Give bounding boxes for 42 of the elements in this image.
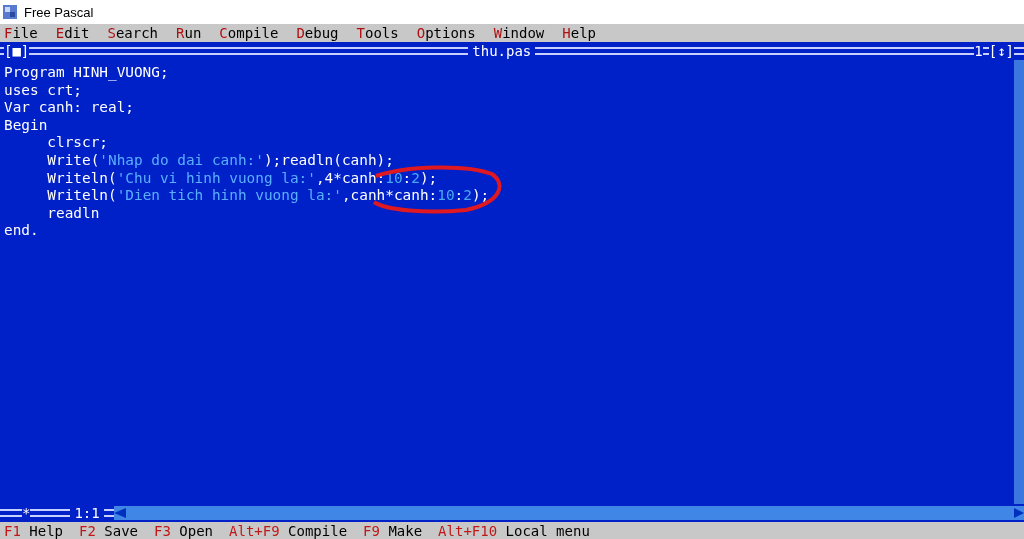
shortcut-hint[interactable]: F1 Help [4, 522, 63, 539]
shortcut-hint[interactable]: Alt+F10 Local menu [438, 522, 590, 539]
menu-item[interactable]: Window [493, 25, 545, 41]
menu-item[interactable]: Run [176, 25, 202, 41]
menu-item[interactable]: Search [107, 25, 159, 41]
menu-item[interactable]: Debug [296, 25, 339, 41]
close-box[interactable]: [■] [4, 43, 30, 59]
menu-item[interactable]: File [4, 25, 38, 41]
menu-item[interactable]: Edit [55, 25, 90, 41]
code-line: end. [4, 222, 40, 240]
horizontal-scrollbar[interactable] [113, 506, 1024, 520]
code-line: readln [46, 204, 101, 223]
code-line: Program HINH_VUONG; [4, 64, 170, 82]
shortcut-hint[interactable]: F3 Open [154, 522, 214, 539]
shortcut-hint[interactable]: F2 Save [79, 522, 139, 539]
shortcut-hint[interactable]: Alt+F9 Compile [229, 522, 348, 539]
frame-border [982, 47, 989, 55]
window-title: Free Pascal [24, 4, 94, 20]
menu-item[interactable]: Options [416, 25, 476, 41]
code-line: Write('Nhap do dai canh:');readln(canh); [46, 151, 395, 170]
code-line: Begin [4, 116, 49, 135]
frame-border [1014, 47, 1024, 55]
modified-marker: * [22, 505, 31, 521]
app-icon [2, 4, 18, 20]
vertical-scrollbar[interactable] [1014, 60, 1024, 504]
code-line: Var canh: real; [4, 99, 135, 117]
left-arrow-icon[interactable] [113, 508, 126, 518]
cursor-position: 1:1 [73, 505, 101, 521]
menu-item[interactable]: Compile [219, 25, 279, 41]
file-title: thu.pas [471, 43, 533, 59]
code-line: uses crt; [4, 81, 83, 100]
zoom-box[interactable]: [↕] [988, 43, 1014, 59]
frame-border [0, 509, 22, 517]
code-line: clrscr; [46, 134, 109, 152]
frame-border [0, 47, 4, 55]
frame-border [30, 509, 71, 517]
shortcut-hint[interactable]: F9 Make [363, 522, 423, 539]
right-arrow-icon[interactable] [1014, 508, 1024, 518]
window-number: 1 [974, 43, 983, 59]
code-line: Writeln('Dien tich hinh vuong la:',canh*canh:10:2); [46, 187, 491, 205]
menu-item[interactable]: Tools [356, 25, 399, 41]
menu-item[interactable]: Help [562, 25, 597, 41]
